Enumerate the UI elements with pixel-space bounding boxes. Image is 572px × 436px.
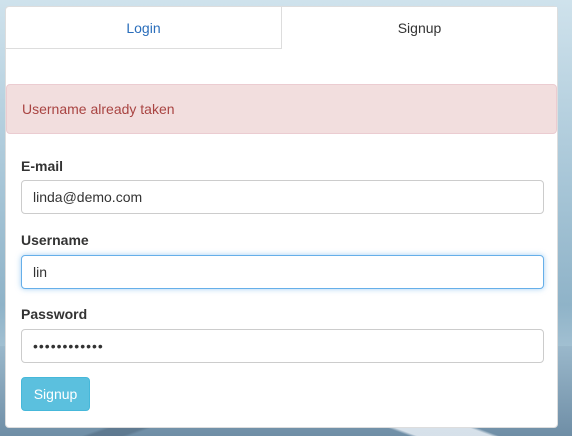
auth-panel: Login Signup Username already taken E-ma…	[5, 6, 558, 428]
signup-button[interactable]: Signup	[21, 377, 90, 411]
error-alert: Username already taken	[6, 84, 557, 134]
password-field[interactable]	[21, 329, 544, 363]
error-alert-message: Username already taken	[22, 101, 175, 117]
tab-bar: Login Signup	[6, 7, 557, 49]
tab-login[interactable]: Login	[6, 7, 282, 49]
username-label: Username	[21, 232, 89, 248]
email-label: E-mail	[21, 158, 64, 174]
tab-signup[interactable]: Signup	[282, 7, 557, 49]
email-field[interactable]	[21, 180, 544, 214]
password-label: Password	[21, 306, 88, 322]
username-field[interactable]	[21, 255, 544, 289]
